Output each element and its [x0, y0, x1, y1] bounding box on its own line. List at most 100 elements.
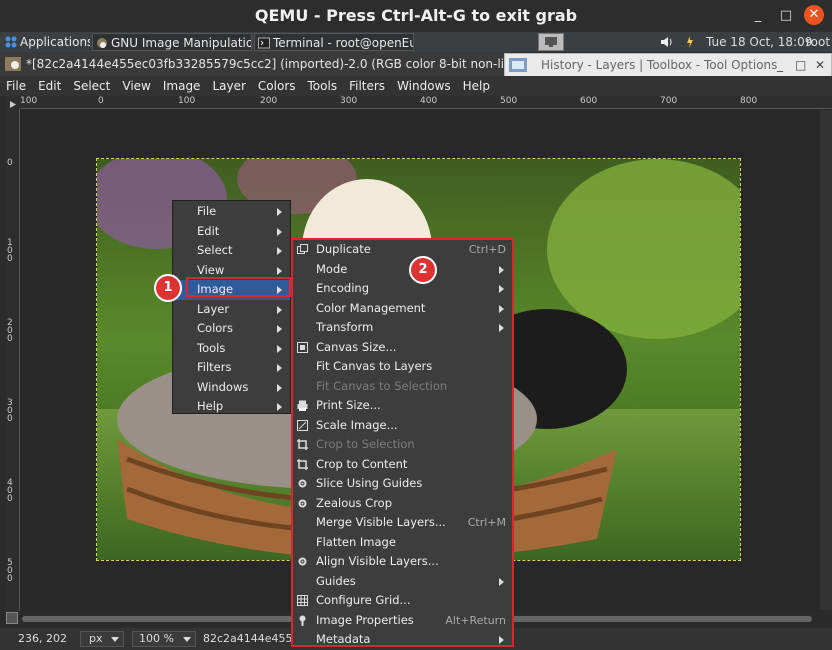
submenu-arrow-icon: [277, 403, 282, 411]
dock-minimize-button[interactable]: _: [777, 54, 783, 76]
ruler-tick-label: 0: [7, 158, 13, 168]
ruler-tick-label: 400: [420, 96, 438, 106]
gimp-window-title: *[82c2a4144e455ec03fb33285579c5cc2] (imp…: [0, 52, 510, 76]
ruler-tick-label: 300: [340, 96, 358, 106]
context-menu-item-colors[interactable]: Colors: [173, 319, 290, 339]
ruler-tick-label: 500: [7, 558, 13, 584]
menu-item-label: Windows: [197, 379, 249, 394]
dock-window-title: History - Layers | Toolbox - Tool Option…: [504, 53, 832, 77]
menu-item-label: Select: [197, 243, 233, 257]
ruler-tick-label: 300: [7, 398, 13, 424]
vertical-scrollbar[interactable]: [820, 110, 832, 610]
menubar-filters[interactable]: Filters: [343, 76, 391, 96]
unit-selector[interactable]: px: [80, 631, 124, 647]
gimp-title-text: *[82c2a4144e455ec03fb33285579c5cc2] (imp…: [26, 57, 510, 71]
menubar-layer[interactable]: Layer: [206, 76, 251, 96]
gimp-task-button[interactable]: GNU Image Manipulatio...: [92, 33, 252, 51]
pointer-coordinates: 236, 202: [18, 632, 67, 645]
menubar-windows[interactable]: Windows: [391, 76, 457, 96]
submenu-arrow-icon: [277, 266, 282, 275]
menubar-edit[interactable]: Edit: [32, 76, 67, 96]
volume-icon[interactable]: [660, 36, 674, 48]
ruler-tick-label: 100: [7, 238, 13, 264]
dock-icon: [509, 58, 527, 72]
horizontal-ruler[interactable]: 100 0 100 200 300 400 500 600 700 800: [20, 96, 832, 109]
submenu-arrow-icon: [277, 344, 282, 353]
applications-menu[interactable]: Applications: [2, 33, 90, 51]
workspace-switcher[interactable]: [538, 33, 564, 51]
quick-mask-toggle[interactable]: [6, 612, 18, 624]
ruler-tick-label: 600: [580, 96, 598, 106]
taskbar: Applications GNU Image Manipulatio... Te…: [0, 32, 832, 52]
context-menu-item-windows[interactable]: Windows: [173, 378, 290, 398]
menubar-file[interactable]: File: [0, 76, 32, 96]
context-menu-item-tools[interactable]: Tools: [173, 339, 290, 359]
power-icon[interactable]: [683, 35, 697, 49]
terminal-task-label: Terminal - root@openEu...: [273, 36, 414, 50]
menu-item-label: Tools: [197, 340, 226, 355]
annotation-image-highlight: [186, 277, 291, 297]
menubar-help[interactable]: Help: [457, 76, 496, 96]
menu-item-label: Edit: [197, 223, 220, 238]
annotation-submenu-highlight: [291, 238, 514, 647]
ruler-tick-label: 500: [500, 96, 518, 106]
submenu-arrow-icon: [277, 364, 282, 372]
minimize-button[interactable]: _: [748, 6, 768, 26]
submenu-arrow-icon: [277, 227, 282, 236]
ruler-corner[interactable]: [6, 96, 20, 109]
submenu-arrow-icon: [277, 208, 282, 216]
clock[interactable]: Tue 18 Oct, 18:09: [706, 32, 812, 52]
context-menu-item-layer[interactable]: Layer: [173, 300, 290, 320]
menu-item-label: Colors: [197, 321, 234, 335]
ruler-tick-label: 800: [740, 96, 758, 106]
annotation-badge-2: 2: [409, 256, 437, 284]
context-menu-item-filters[interactable]: Filters: [173, 358, 290, 378]
menubar-tools[interactable]: Tools: [302, 76, 344, 96]
ruler-tick-label: 0: [98, 96, 104, 106]
status-filename: 82c2a4144e455: [203, 632, 293, 645]
context-menu-item-help[interactable]: Help: [173, 397, 290, 417]
submenu-arrow-icon: [277, 305, 282, 314]
context-menu-item-file[interactable]: File: [173, 202, 290, 222]
user-menu[interactable]: root: [806, 32, 830, 52]
menu-item-label: File: [197, 204, 217, 218]
annotation-badge-1: 1: [154, 274, 182, 302]
menubar-colors[interactable]: Colors: [252, 76, 302, 96]
zoom-value: 100 %: [139, 632, 174, 645]
dock-close-button[interactable]: ✕: [815, 54, 825, 76]
context-menu: File Edit Select View Image Layer Colors Tools F…: [172, 200, 291, 414]
maximize-button[interactable]: □: [776, 6, 796, 26]
gimp-task-label: GNU Image Manipulatio...: [111, 36, 252, 50]
menubar-view[interactable]: View: [116, 76, 156, 96]
qemu-window-title: QEMU - Press Ctrl-Alt-G to exit grab: [0, 0, 832, 32]
close-button[interactable]: ✕: [804, 5, 824, 25]
menubar: File Edit Select View Image Layer Colors Tools F…: [0, 76, 832, 96]
submenu-arrow-icon: [277, 325, 282, 333]
menubar-image[interactable]: Image: [157, 76, 207, 96]
menu-item-label: Layer: [197, 301, 230, 316]
menu-item-label: Help: [197, 399, 224, 413]
gimp-icon: [5, 57, 21, 71]
submenu-arrow-icon: [277, 247, 282, 255]
dock-maximize-button[interactable]: □: [795, 54, 806, 76]
dock-title-text: History - Layers | Toolbox - Tool Option…: [541, 58, 778, 72]
ruler-tick-label: 200: [7, 318, 13, 344]
terminal-icon: [258, 37, 270, 49]
context-menu-item-select[interactable]: Select: [173, 241, 290, 261]
context-menu-item-edit[interactable]: Edit: [173, 222, 290, 242]
zoom-selector[interactable]: 100 %: [132, 631, 196, 647]
menu-item-label: Filters: [197, 360, 232, 374]
ruler-tick-label: 100: [20, 96, 38, 106]
unit-value: px: [89, 632, 103, 645]
ruler-tick-label: 700: [660, 96, 678, 106]
ruler-tick-label: 200: [260, 96, 278, 106]
vertical-ruler[interactable]: 0 100 200 300 400 500: [6, 109, 20, 611]
monitor-icon: [545, 37, 557, 47]
ruler-tick-label: 400: [7, 478, 13, 504]
ruler-tick-label: 100: [178, 96, 196, 106]
chevron-down-icon: [111, 637, 119, 642]
terminal-task-button[interactable]: Terminal - root@openEu...: [254, 33, 414, 51]
submenu-arrow-icon: [277, 383, 282, 392]
menubar-select[interactable]: Select: [67, 76, 116, 96]
chevron-down-icon: [183, 637, 191, 642]
